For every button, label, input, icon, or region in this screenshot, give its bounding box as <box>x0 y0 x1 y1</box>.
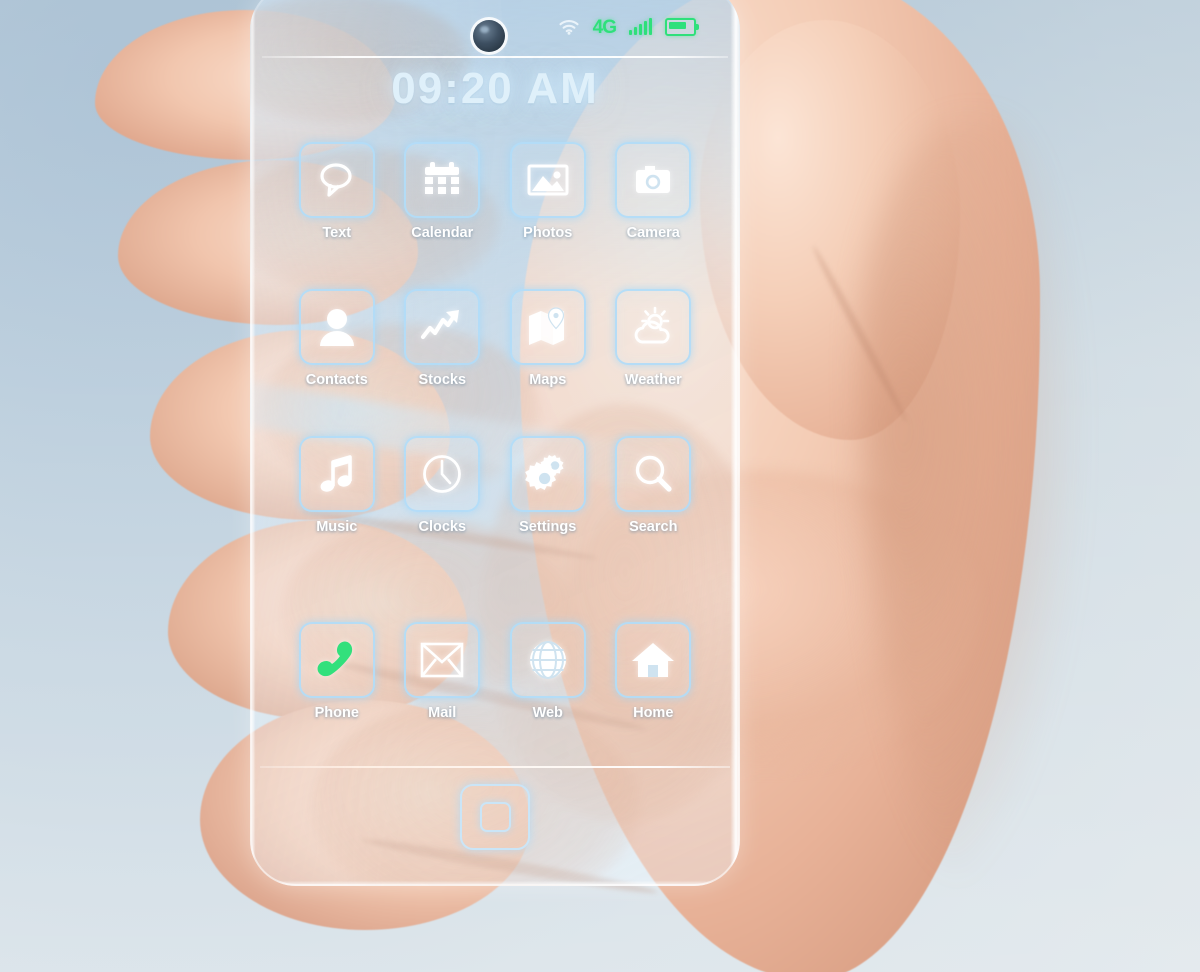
app-label: Web <box>532 705 563 721</box>
home-button-inner-square <box>479 802 511 832</box>
home-button-icon[interactable] <box>460 784 530 850</box>
app-tile[interactable] <box>509 142 586 218</box>
phone-edge-bottom <box>250 881 740 886</box>
app-tile[interactable] <box>404 622 481 698</box>
app-settings[interactable]: Settings <box>495 436 601 535</box>
app-tile[interactable] <box>509 436 586 512</box>
gears-icon <box>524 455 564 491</box>
clock-time: 09:20 AM <box>391 64 599 113</box>
app-tile[interactable] <box>509 622 586 698</box>
dock-mail[interactable]: Mail <box>390 622 496 721</box>
app-label: Photos <box>523 225 573 241</box>
photo-image-icon <box>527 164 569 196</box>
app-grid: Text Calendar Photos Camera Contacts Sto… <box>284 142 706 535</box>
transparent-phone-device: 4G 09:20 AM Text Calendar Photos Camera … <box>250 0 740 886</box>
app-tile[interactable] <box>615 142 692 218</box>
status-bar: 4G <box>250 10 740 44</box>
app-label: Search <box>629 519 678 535</box>
sun-cloud-icon <box>634 306 670 344</box>
app-tile[interactable] <box>404 436 481 512</box>
app-dock: Phone Mail Web Home <box>284 622 706 721</box>
app-label: Music <box>316 519 358 535</box>
map-pin-icon <box>528 307 564 345</box>
app-tile[interactable] <box>509 289 586 365</box>
app-calendar[interactable]: Calendar <box>390 142 496 241</box>
app-music[interactable]: Music <box>284 436 390 535</box>
app-contacts[interactable]: Contacts <box>284 289 390 388</box>
network-type-label: 4G <box>592 16 617 38</box>
app-label: Text <box>322 225 352 241</box>
phone-edge-left <box>250 0 255 886</box>
music-note-icon <box>320 455 352 492</box>
app-maps[interactable]: Maps <box>495 289 601 388</box>
app-tile[interactable] <box>615 289 692 365</box>
dock-divider <box>260 766 730 768</box>
person-icon <box>319 309 354 346</box>
app-label: Contacts <box>305 372 368 388</box>
dock-home[interactable]: Home <box>601 622 707 721</box>
app-tile[interactable] <box>615 436 692 512</box>
signal-bars-icon <box>629 18 652 35</box>
app-label: Weather <box>624 372 682 388</box>
app-label: Settings <box>519 519 577 535</box>
screenshot-scene: 4G 09:20 AM Text Calendar Photos Camera … <box>0 0 1200 972</box>
status-divider <box>262 56 728 58</box>
app-tile[interactable] <box>298 436 375 512</box>
globe-icon <box>529 641 566 679</box>
app-camera[interactable]: Camera <box>601 142 707 241</box>
magnifying-glass-icon <box>636 455 672 492</box>
trending-up-arrow-icon <box>421 310 460 340</box>
envelope-icon <box>420 642 464 678</box>
calendar-icon <box>425 162 460 194</box>
dock-web[interactable]: Web <box>495 622 601 721</box>
app-tile[interactable] <box>404 142 481 218</box>
app-tile[interactable] <box>298 142 375 218</box>
app-label: Stocks <box>418 372 467 388</box>
app-tile[interactable] <box>404 289 481 365</box>
app-label: Home <box>633 705 674 721</box>
app-label: Clocks <box>418 519 467 535</box>
phone-edge-right <box>731 0 740 886</box>
app-label: Phone <box>314 705 359 721</box>
app-label: Calendar <box>411 225 474 241</box>
app-stocks[interactable]: Stocks <box>390 289 496 388</box>
app-photos[interactable]: Photos <box>495 142 601 241</box>
dock-phone[interactable]: Phone <box>284 622 390 721</box>
speech-bubble-icon <box>320 163 352 197</box>
battery-icon <box>665 18 699 36</box>
app-tile[interactable] <box>298 289 375 365</box>
app-label: Camera <box>626 225 680 241</box>
phone-handset-icon <box>317 641 352 677</box>
app-tile[interactable] <box>298 622 375 698</box>
app-search[interactable]: Search <box>601 436 707 535</box>
app-tile[interactable] <box>615 622 692 698</box>
house-icon <box>632 643 675 677</box>
app-label: Mail <box>428 705 457 721</box>
wifi-icon <box>558 19 580 35</box>
clock-face-icon <box>423 455 462 493</box>
app-label: Maps <box>529 372 567 388</box>
camera-icon <box>636 166 671 193</box>
app-weather[interactable]: Weather <box>601 289 707 388</box>
app-text[interactable]: Text <box>284 142 390 241</box>
app-clocks[interactable]: Clocks <box>390 436 496 535</box>
